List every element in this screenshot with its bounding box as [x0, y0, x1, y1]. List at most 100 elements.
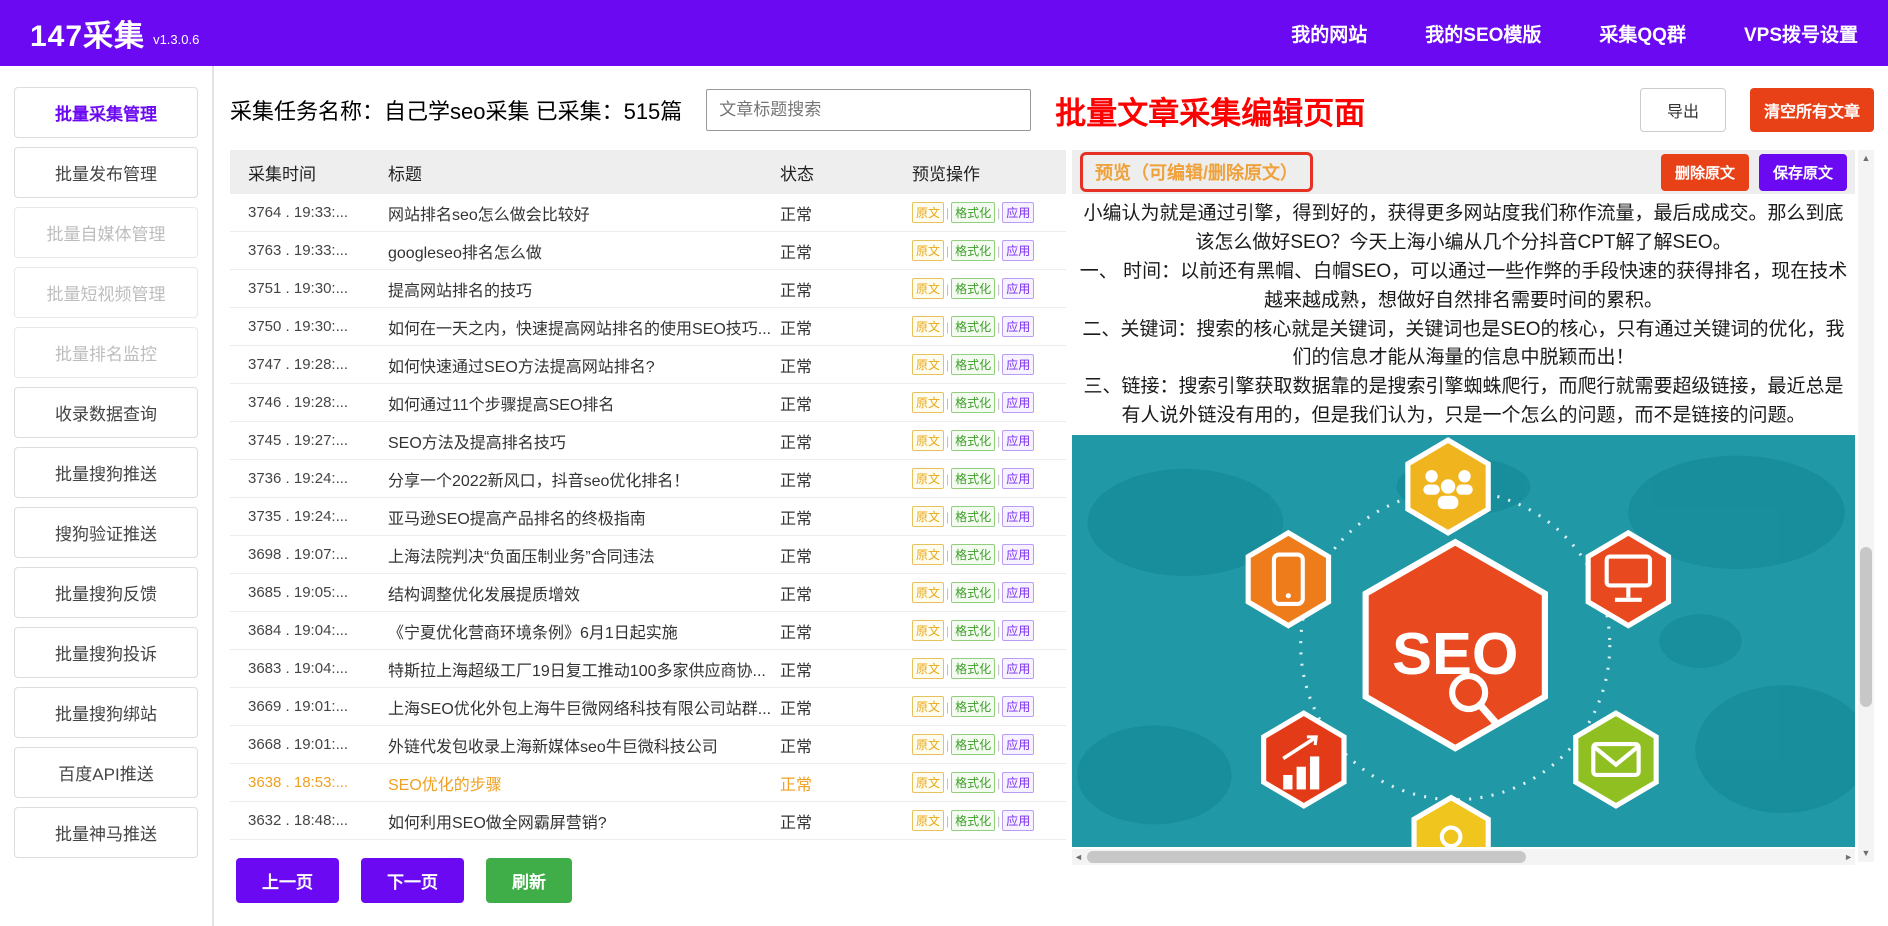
apply-link[interactable]: 应用	[1002, 468, 1034, 489]
apply-link[interactable]: 应用	[1002, 658, 1034, 679]
apply-link[interactable]: 应用	[1002, 202, 1034, 223]
original-link[interactable]: 原文	[912, 810, 944, 831]
table-row[interactable]: 3685 . 19:05:...结构调整优化发展提质增效正常原文|格式化|应用	[230, 574, 1066, 612]
original-link[interactable]: 原文	[912, 620, 944, 641]
table-row[interactable]: 3751 . 19:30:...提高网站排名的技巧正常原文|格式化|应用	[230, 270, 1066, 308]
scroll-right-icon[interactable]: ►	[1842, 849, 1855, 866]
original-link[interactable]: 原文	[912, 430, 944, 451]
apply-link[interactable]: 应用	[1002, 696, 1034, 717]
format-link[interactable]: 格式化	[951, 658, 995, 679]
table-row[interactable]: 3735 . 19:24:...亚马逊SEO提高产品排名的终极指南正常原文|格式…	[230, 498, 1066, 536]
original-link[interactable]: 原文	[912, 734, 944, 755]
format-link[interactable]: 格式化	[951, 620, 995, 641]
apply-link[interactable]: 应用	[1002, 240, 1034, 261]
table-row[interactable]: 3745 . 19:27:...SEO方法及提高排名技巧正常原文|格式化|应用	[230, 422, 1066, 460]
format-link[interactable]: 格式化	[951, 544, 995, 565]
original-link[interactable]: 原文	[912, 468, 944, 489]
original-link[interactable]: 原文	[912, 772, 944, 793]
nav-vps-dial-settings[interactable]: VPS拨号设置	[1744, 20, 1858, 47]
apply-link[interactable]: 应用	[1002, 810, 1034, 831]
format-link[interactable]: 格式化	[951, 430, 995, 451]
original-link[interactable]: 原文	[912, 278, 944, 299]
format-link[interactable]: 格式化	[951, 734, 995, 755]
scroll-down-icon[interactable]: ▼	[1860, 845, 1873, 862]
table-row[interactable]: 3736 . 19:24:...分享一个2022新风口，抖音seo优化排名！正常…	[230, 460, 1066, 498]
clear-all-articles-button[interactable]: 清空所有文章	[1750, 88, 1874, 132]
horizontal-scroll-track[interactable]	[1085, 849, 1842, 865]
original-link[interactable]: 原文	[912, 582, 944, 603]
scroll-left-icon[interactable]: ◄	[1072, 849, 1085, 866]
format-link[interactable]: 格式化	[951, 240, 995, 261]
table-row[interactable]: 3669 . 19:01:...上海SEO优化外包上海牛巨微网络科技有限公司站群…	[230, 688, 1066, 726]
table-row[interactable]: 3683 . 19:04:...特斯拉上海超级工厂19日复工推动100多家供应商…	[230, 650, 1066, 688]
apply-link[interactable]: 应用	[1002, 430, 1034, 451]
apply-link[interactable]: 应用	[1002, 620, 1034, 641]
refresh-button[interactable]: 刷新	[486, 858, 572, 903]
sidebar-item-shenma-push[interactable]: 批量神马推送	[14, 807, 198, 858]
preview-editor[interactable]: 小编认为就是通过引擎，得到好的，获得更多网站度我们称作流量，最后成成交。那么到底…	[1072, 194, 1855, 433]
apply-link[interactable]: 应用	[1002, 392, 1034, 413]
original-link[interactable]: 原文	[912, 658, 944, 679]
original-link[interactable]: 原文	[912, 544, 944, 565]
vertical-scroll-thumb[interactable]	[1860, 547, 1872, 707]
apply-link[interactable]: 应用	[1002, 354, 1034, 375]
sidebar-item-rank-monitor[interactable]: 批量排名监控	[14, 327, 198, 378]
format-link[interactable]: 格式化	[951, 316, 995, 337]
format-link[interactable]: 格式化	[951, 696, 995, 717]
original-link[interactable]: 原文	[912, 316, 944, 337]
apply-link[interactable]: 应用	[1002, 278, 1034, 299]
sidebar-item-sogou-feedback[interactable]: 批量搜狗反馈	[14, 567, 198, 618]
sidebar-item-media-manage[interactable]: 批量自媒体管理	[14, 207, 198, 258]
format-link[interactable]: 格式化	[951, 772, 995, 793]
nav-my-seo-template[interactable]: 我的SEO模版	[1425, 20, 1541, 47]
sidebar-item-sogou-bind-site[interactable]: 批量搜狗绑站	[14, 687, 198, 738]
vertical-scroll-track[interactable]	[1858, 167, 1874, 845]
export-button[interactable]: 导出	[1640, 88, 1726, 132]
sidebar-item-sogou-verify-push[interactable]: 搜狗验证推送	[14, 507, 198, 558]
sidebar-item-index-query[interactable]: 收录数据查询	[14, 387, 198, 438]
format-link[interactable]: 格式化	[951, 202, 995, 223]
vertical-scrollbar[interactable]: ▲ ▼	[1858, 150, 1874, 862]
table-row[interactable]: 3750 . 19:30:...如何在一天之内，快速提高网站排名的使用SEO技巧…	[230, 308, 1066, 346]
apply-link[interactable]: 应用	[1002, 506, 1034, 527]
sidebar-item-collect-manage[interactable]: 批量采集管理	[14, 87, 198, 138]
sidebar-item-publish-manage[interactable]: 批量发布管理	[14, 147, 198, 198]
article-title-search-input[interactable]	[706, 89, 1031, 131]
table-row-selected[interactable]: 3638 . 18:53:...SEO优化的步骤正常原文|格式化|应用	[230, 764, 1066, 802]
sidebar-item-sogou-complaint[interactable]: 批量搜狗投诉	[14, 627, 198, 678]
sidebar-item-sogou-push[interactable]: 批量搜狗推送	[14, 447, 198, 498]
original-link[interactable]: 原文	[912, 392, 944, 413]
format-link[interactable]: 格式化	[951, 392, 995, 413]
original-link[interactable]: 原文	[912, 354, 944, 375]
save-original-button[interactable]: 保存原文	[1759, 154, 1847, 191]
table-row[interactable]: 3746 . 19:28:...如何通过11个步骤提高SEO排名正常原文|格式化…	[230, 384, 1066, 422]
format-link[interactable]: 格式化	[951, 468, 995, 489]
original-link[interactable]: 原文	[912, 506, 944, 527]
apply-link[interactable]: 应用	[1002, 734, 1034, 755]
apply-link[interactable]: 应用	[1002, 544, 1034, 565]
format-link[interactable]: 格式化	[951, 506, 995, 527]
next-page-button[interactable]: 下一页	[361, 858, 464, 903]
format-link[interactable]: 格式化	[951, 278, 995, 299]
table-row[interactable]: 3684 . 19:04:...《宁夏优化营商环境条例》6月1日起实施正常原文|…	[230, 612, 1066, 650]
table-row[interactable]: 3632 . 18:48:...如何利用SEO做全网霸屏营销?正常原文|格式化|…	[230, 802, 1066, 840]
sidebar-item-video-manage[interactable]: 批量短视频管理	[14, 267, 198, 318]
nav-qq-group[interactable]: 采集QQ群	[1599, 20, 1686, 47]
nav-my-website[interactable]: 我的网站	[1291, 20, 1367, 47]
original-link[interactable]: 原文	[912, 202, 944, 223]
apply-link[interactable]: 应用	[1002, 772, 1034, 793]
delete-original-button[interactable]: 删除原文	[1661, 154, 1749, 191]
horizontal-scrollbar[interactable]: ◄ ►	[1072, 849, 1855, 865]
horizontal-scroll-thumb[interactable]	[1087, 851, 1526, 863]
original-link[interactable]: 原文	[912, 240, 944, 261]
format-link[interactable]: 格式化	[951, 354, 995, 375]
sidebar-item-baidu-api-push[interactable]: 百度API推送	[14, 747, 198, 798]
apply-link[interactable]: 应用	[1002, 582, 1034, 603]
table-row[interactable]: 3764 . 19:33:...网站排名seo怎么做会比较好正常原文|格式化|应…	[230, 194, 1066, 232]
prev-page-button[interactable]: 上一页	[236, 858, 339, 903]
format-link[interactable]: 格式化	[951, 582, 995, 603]
table-row[interactable]: 3763 . 19:33:...googleseo排名怎么做正常原文|格式化|应…	[230, 232, 1066, 270]
format-link[interactable]: 格式化	[951, 810, 995, 831]
table-row[interactable]: 3747 . 19:28:...如何快速通过SEO方法提高网站排名?正常原文|格…	[230, 346, 1066, 384]
table-row[interactable]: 3698 . 19:07:...上海法院判决“负面压制业务”合同违法正常原文|格…	[230, 536, 1066, 574]
